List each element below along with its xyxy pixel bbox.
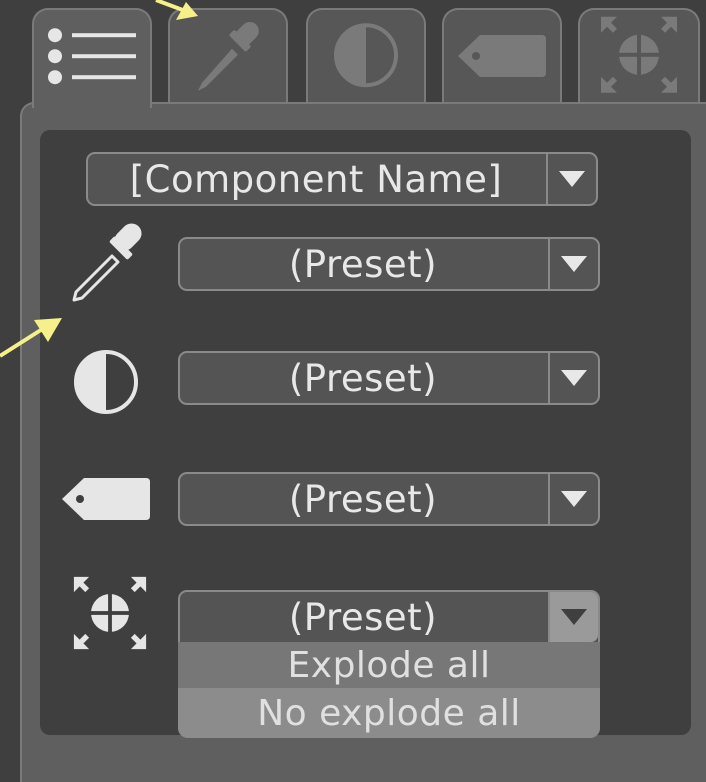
- preset-dropdown-eyedropper[interactable]: (Preset): [178, 237, 600, 291]
- menu-item-no-explode-all[interactable]: No explode all: [178, 688, 600, 738]
- list-icon: [48, 28, 136, 85]
- preset-value: (Preset): [288, 356, 438, 400]
- chevron-down-icon: [561, 491, 587, 507]
- preset-value: (Preset): [288, 477, 438, 521]
- preset-dropdown-contrast[interactable]: (Preset): [178, 351, 600, 405]
- chevron-down-icon: [561, 256, 587, 272]
- explode-options-menu: Explode all No explode all: [178, 642, 600, 738]
- eyedropper-icon: [198, 21, 259, 91]
- annotation-arrow-left: [0, 318, 62, 358]
- tag-icon: [62, 478, 150, 520]
- chevron-down-icon: [559, 171, 585, 187]
- component-name: [Component Name]: [129, 157, 503, 201]
- preset-value: (Preset): [288, 595, 438, 639]
- tab-tag[interactable]: [442, 8, 562, 106]
- tag-icon: [458, 35, 546, 77]
- contrast-icon: [334, 23, 398, 88]
- menu-item-explode-all[interactable]: Explode all: [178, 642, 600, 688]
- preset-dropdown-button[interactable]: [548, 239, 598, 289]
- component-dropdown[interactable]: [Component Name]: [86, 152, 598, 206]
- tab-list[interactable]: [32, 8, 152, 108]
- preset-dropdown-explode[interactable]: (Preset): [178, 590, 600, 644]
- preset-dropdown-tag[interactable]: (Preset): [178, 472, 600, 526]
- preset-dropdown-button[interactable]: [548, 592, 598, 642]
- tab-explode[interactable]: [578, 8, 700, 106]
- preset-value: (Preset): [288, 242, 438, 286]
- explode-icon: [73, 576, 147, 650]
- explode-icon: [601, 16, 677, 93]
- preset-dropdown-button[interactable]: [548, 353, 598, 403]
- chevron-down-icon: [561, 370, 587, 386]
- eyedropper-icon: [72, 223, 142, 302]
- contrast-icon: [74, 350, 138, 414]
- preset-dropdown-button[interactable]: [548, 474, 598, 524]
- annotation-arrow-top: [155, 0, 198, 20]
- component-dropdown-button[interactable]: [546, 154, 596, 204]
- tab-contrast[interactable]: [306, 8, 426, 106]
- chevron-down-icon: [561, 609, 587, 625]
